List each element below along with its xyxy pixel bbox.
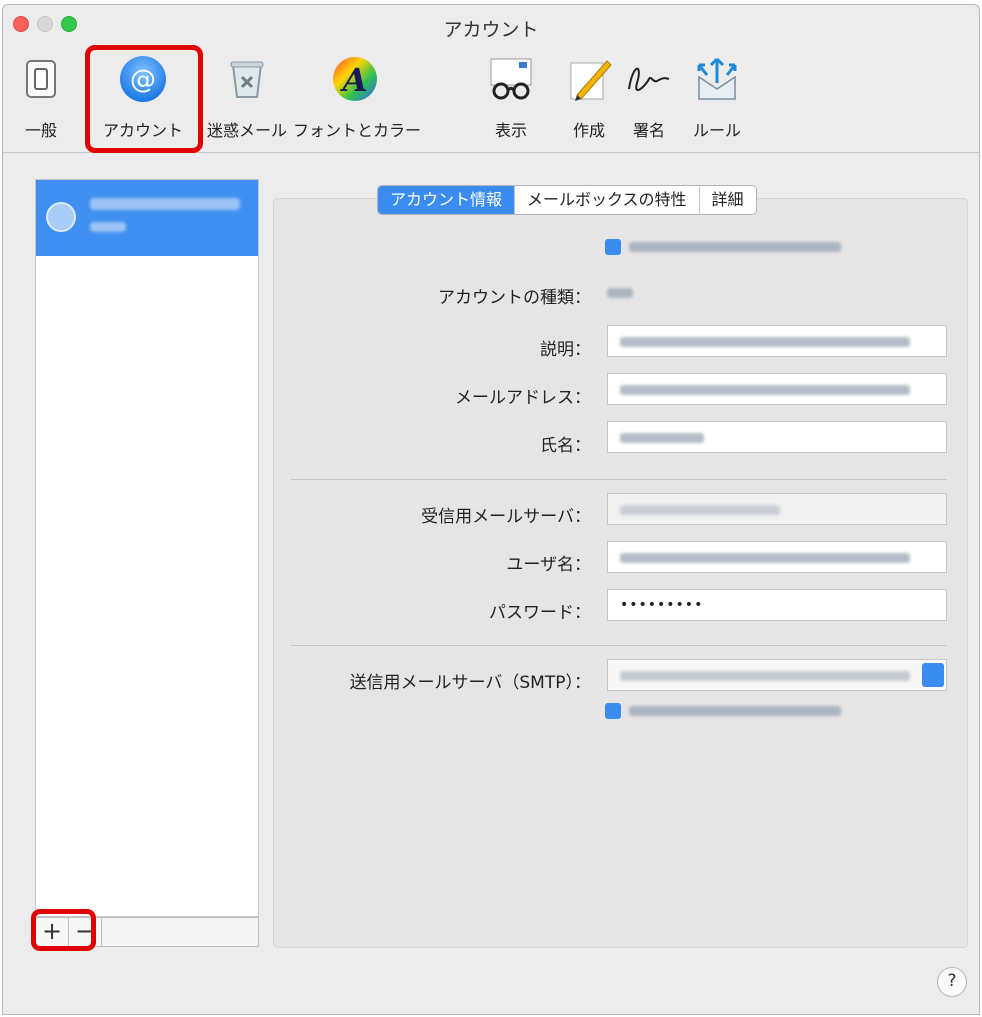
toolbar-junk[interactable]: 迷惑メール [201,47,293,147]
toolbar-signatures-label: 署名 [632,121,665,140]
toolbar-general-label: 一般 [24,121,57,140]
username-value-blurred [620,553,910,563]
fullname-value-blurred [620,433,704,443]
toolbar-fonts-colors[interactable]: A フォントとカラー [293,47,422,147]
smtp-server-label: 送信用メールサーバ（SMTP）： [349,673,591,693]
fullname-field[interactable] [607,421,947,453]
preferences-window: アカウント 一般 @ アカウント 迷惑メール A フォントとカラー 表示 作成 … [2,4,980,1015]
window-title: アカウント [443,19,539,41]
font-color-icon: A [329,53,381,105]
smtp-server-value-blurred [620,671,910,681]
enable-account-checkbox[interactable] [605,239,621,255]
fullname-label: 氏名： [540,436,591,456]
password-value: ••••••••• [620,597,704,613]
toolbar-signatures[interactable]: 署名 [615,47,683,147]
section-divider [291,645,947,646]
toolbar-composing[interactable]: 作成 [559,47,619,147]
add-button-highlight-box [31,909,96,951]
help-button[interactable]: ? [937,967,967,997]
account-icon [46,202,76,232]
username-label: ユーザ名： [506,555,591,575]
glasses-icon [485,53,537,105]
account-detail-panel [273,198,968,948]
incoming-server-label: 受信用メールサーバ： [421,507,591,527]
smtp-only-label-blurred [629,706,841,716]
tab-mailbox-behaviors[interactable]: メールボックスの特性 [514,186,699,214]
description-value-blurred [620,337,910,347]
toolbar-fonts-label: フォントとカラー [293,121,422,140]
detail-tabs: アカウント情報 メールボックスの特性 詳細 [377,185,757,215]
section-divider [291,479,947,480]
account-list-item[interactable] [36,180,258,256]
description-field[interactable] [607,325,947,357]
smtp-server-popup[interactable] [607,659,947,691]
accounts-highlight-box [85,45,203,153]
incoming-server-value-blurred [620,505,780,515]
tab-advanced[interactable]: 詳細 [698,186,756,214]
description-label: 説明： [540,340,591,360]
incoming-server-field[interactable] [607,493,947,525]
smtp-only-checkbox[interactable] [605,703,621,719]
toolbar-rules[interactable]: ルール [679,47,755,147]
titlebar: アカウント [3,5,979,43]
toolbar-viewing[interactable]: 表示 [483,47,539,147]
accounts-list[interactable] [35,179,259,917]
password-label: パスワード： [489,603,591,623]
rules-envelope-icon [691,53,743,105]
password-field[interactable]: ••••••••• [607,589,947,621]
signature-icon [623,53,675,105]
toolbar-rules-label: ルール [692,121,741,140]
toolbar-general[interactable]: 一般 [3,47,79,147]
pencil-icon [563,53,615,105]
email-field[interactable] [607,373,947,405]
enable-account-label-blurred [629,242,841,252]
switch-icon [15,53,67,105]
account-type-value-blurred [607,288,633,298]
tab-account-info[interactable]: アカウント情報 [378,186,515,214]
account-type-blurred [90,222,126,232]
toolbar-composing-label: 作成 [572,121,605,140]
username-field[interactable] [607,541,947,573]
email-label: メールアドレス： [455,388,591,408]
smtp-popup-arrow-icon[interactable] [922,663,944,687]
svg-text:A: A [340,61,368,99]
account-type-label: アカウントの種類： [438,288,591,308]
toolbar-junk-label: 迷惑メール [206,121,287,140]
email-value-blurred [620,385,910,395]
account-name-blurred [90,198,240,210]
toolbar-viewing-label: 表示 [494,121,527,140]
junk-trash-icon [221,53,273,105]
